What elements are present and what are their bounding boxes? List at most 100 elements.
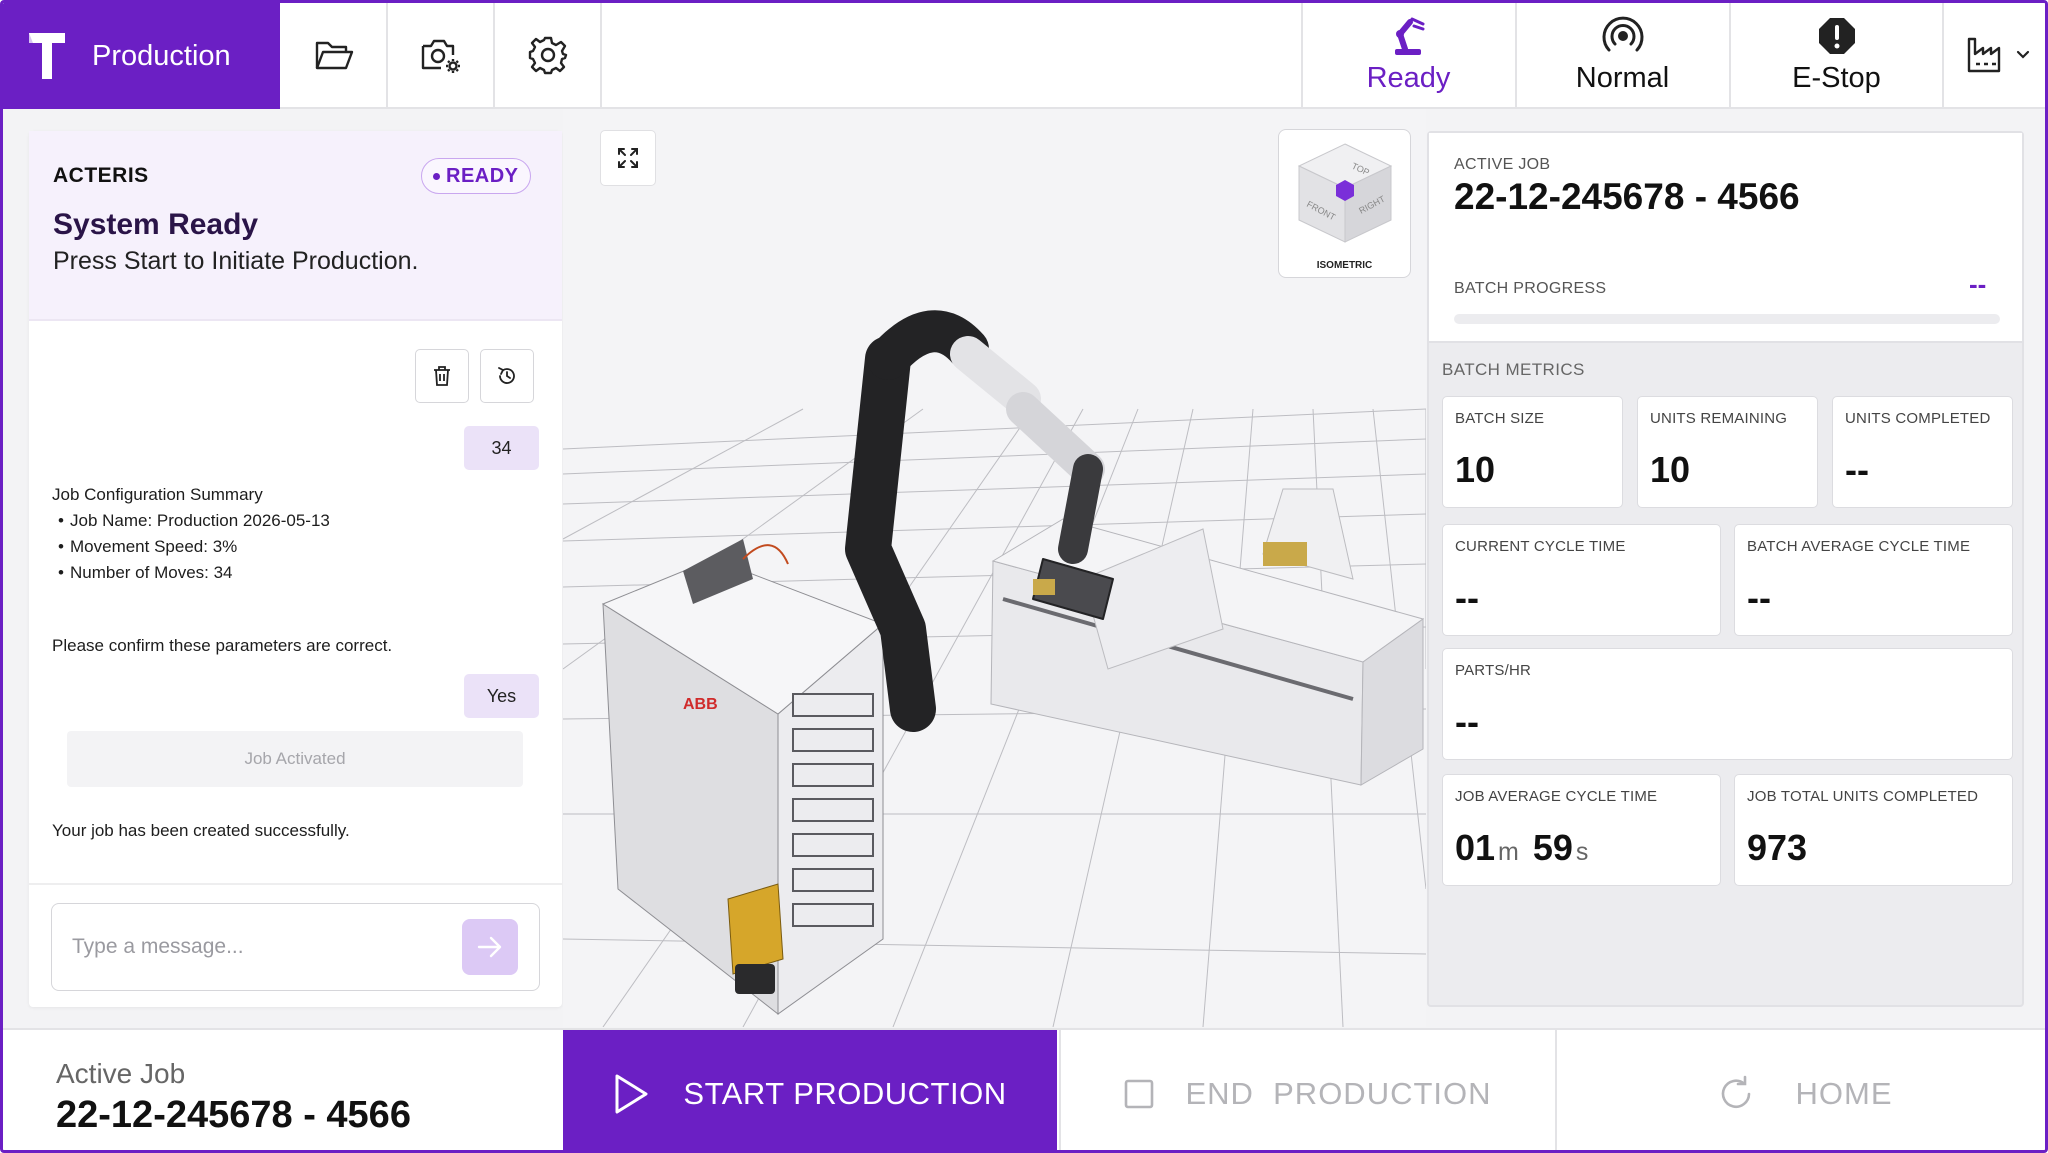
metric-card-batch-size: BATCH SIZE 10	[1442, 396, 1623, 508]
chat-composer	[29, 883, 562, 1007]
metric-card-units-completed: UNITS COMPLETED --	[1832, 396, 2013, 508]
app-title: Production	[92, 40, 231, 72]
alert-octagon-icon	[1818, 17, 1855, 54]
signal-icon	[1602, 16, 1643, 51]
metric-value: --	[1455, 701, 1479, 742]
batch-metrics-panel: ACTIVE JOB 22-12-245678 - 4566 BATCH PRO…	[1427, 131, 2024, 1007]
end-production-label: END PRODUCTION	[1185, 1076, 1492, 1111]
status-ready-label: Ready	[1366, 61, 1451, 94]
robot-3d-viewport[interactable]: ABB TOP FRONT RIGHT ISOMETRIC	[563, 109, 1426, 1027]
batch-progress-bar	[1454, 314, 2000, 324]
status-estop-label: E-Stop	[1792, 61, 1881, 94]
app-window: Production Ready Normal E-Stop ACTERIS R…	[0, 0, 2048, 1153]
active-job-label: ACTIVE JOB	[1454, 156, 1551, 173]
isometric-cube-icon: TOP FRONT RIGHT	[1297, 143, 1393, 243]
factory-menu[interactable]	[1942, 3, 2045, 107]
assistant-message-summary: Job Configuration Summary Job Name: Prod…	[52, 482, 330, 586]
system-status-subtitle: Press Start to Initiate Production.	[53, 247, 419, 275]
camera-settings-button[interactable]	[389, 3, 495, 107]
status-normal-label: Normal	[1575, 61, 1670, 94]
emergency-stop-button[interactable]: E-Stop	[1729, 3, 1942, 107]
status-badge-label: READY	[446, 164, 519, 187]
stop-icon	[1125, 1079, 1154, 1109]
assistant-message-confirm: Please confirm these parameters are corr…	[52, 636, 393, 655]
metric-card-batch-average-cycle-time: BATCH AVERAGE CYCLE TIME --	[1734, 524, 2013, 636]
t-logo-icon	[29, 33, 65, 79]
refresh-icon	[1721, 1075, 1750, 1109]
top-bar: Production Ready Normal E-Stop	[3, 3, 2045, 109]
metric-label: BATCH SIZE	[1455, 410, 1545, 427]
metric-card-job-total-units-completed: JOB TOTAL UNITS COMPLETED 973	[1734, 774, 2013, 886]
agent-name: ACTERIS	[53, 164, 149, 187]
message-input[interactable]	[72, 930, 452, 964]
cycle-minutes-unit: m	[1498, 838, 1519, 866]
summary-item: Job Name: Production 2026-05-13	[52, 508, 330, 534]
metric-card-job-average-cycle-time: JOB AVERAGE CYCLE TIME 01 m 59 s	[1442, 774, 1721, 886]
footer-active-job-value: 22-12-245678 - 4566	[56, 1094, 411, 1136]
brand-block[interactable]: Production	[3, 3, 280, 109]
status-ready[interactable]: Ready	[1301, 3, 1514, 107]
batch-metrics-label: BATCH METRICS	[1442, 360, 1585, 379]
summary-item: Movement Speed: 3%	[52, 534, 330, 560]
metric-value: --	[1845, 449, 1869, 490]
footer-active-job-label: Active Job	[56, 1058, 186, 1089]
cycle-minutes: 01	[1455, 827, 1496, 868]
assistant-message-success: Your job has been created successfully.	[52, 821, 350, 840]
metric-value: --	[1455, 577, 1479, 618]
open-folder-button[interactable]	[282, 3, 388, 107]
view-cube[interactable]: TOP FRONT RIGHT ISOMETRIC	[1278, 129, 1411, 278]
metric-label: BATCH AVERAGE CYCLE TIME	[1747, 538, 1971, 555]
home-label: HOME	[1795, 1076, 1893, 1111]
user-message-bubble: 34	[464, 426, 539, 470]
history-button[interactable]	[480, 349, 534, 403]
bottom-action-bar: Active Job 22-12-245678 - 4566 START PRO…	[3, 1028, 2045, 1150]
arrow-right-icon	[477, 936, 502, 958]
folder-icon	[315, 41, 354, 70]
summary-list: Job Name: Production 2026-05-13 Movement…	[52, 508, 330, 586]
metric-value: 01 m 59 s	[1455, 827, 1602, 869]
metric-card-current-cycle-time: CURRENT CYCLE TIME --	[1442, 524, 1721, 636]
cycle-seconds: 59	[1532, 827, 1573, 868]
fullscreen-button[interactable]	[600, 130, 656, 186]
view-cube-label: ISOMETRIC	[1316, 260, 1373, 271]
batch-progress-value: --	[1969, 269, 1987, 299]
metric-card-parts-per-hour: PARTS/HR --	[1442, 648, 2013, 760]
metric-value: 10	[1650, 449, 1691, 490]
home-button[interactable]: HOME	[1555, 1030, 2045, 1150]
gear-icon	[528, 36, 568, 75]
send-button[interactable]	[462, 919, 518, 975]
robot-arm-icon	[1394, 17, 1424, 55]
camera-settings-icon	[421, 39, 460, 73]
conveyor-bed	[990, 488, 1425, 786]
trash-icon	[434, 366, 450, 386]
safety-sensor	[727, 883, 784, 994]
svg-text:ABB: ABB	[683, 696, 718, 713]
settings-button[interactable]	[496, 3, 602, 107]
metric-value: 10	[1455, 449, 1496, 490]
metric-label: JOB AVERAGE CYCLE TIME	[1455, 788, 1658, 805]
user-message-bubble: Yes	[464, 674, 539, 718]
job-activated-button[interactable]: Job Activated	[67, 731, 523, 787]
delete-chat-button[interactable]	[415, 349, 469, 403]
history-icon	[498, 367, 515, 384]
summary-item: Number of Moves: 34	[52, 560, 330, 586]
summary-title: Job Configuration Summary	[52, 485, 263, 504]
status-badge: READY	[421, 158, 531, 194]
metric-label: CURRENT CYCLE TIME	[1455, 538, 1626, 555]
metric-card-units-remaining: UNITS REMAINING 10	[1637, 396, 1818, 508]
chat-header: ACTERIS READY System Ready Press Start t…	[29, 131, 562, 321]
chevron-down-icon	[2016, 50, 2029, 59]
start-production-label: START PRODUCTION	[683, 1076, 1007, 1111]
cycle-seconds-unit: s	[1575, 838, 1589, 866]
metric-label: PARTS/HR	[1455, 662, 1532, 679]
end-production-button[interactable]: END PRODUCTION	[1059, 1030, 1554, 1150]
active-job-card: ACTIVE JOB 22-12-245678 - 4566 BATCH PRO…	[1429, 133, 2022, 343]
start-production-button[interactable]: START PRODUCTION	[563, 1030, 1057, 1150]
message-input-box	[51, 903, 540, 991]
system-status-title: System Ready	[53, 208, 259, 241]
factory-icon	[1967, 37, 2000, 73]
assistant-chat-panel: ACTERIS READY System Ready Press Start t…	[29, 131, 562, 1007]
status-normal[interactable]: Normal	[1515, 3, 1728, 107]
metric-label: UNITS REMAINING	[1650, 410, 1788, 427]
metric-label: UNITS COMPLETED	[1845, 410, 1991, 427]
